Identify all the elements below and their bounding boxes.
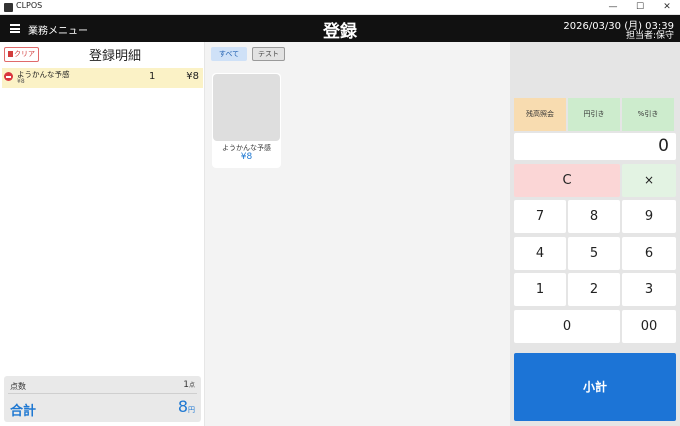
minimize-icon[interactable]: —: [600, 0, 626, 15]
close-icon[interactable]: ✕: [654, 0, 680, 15]
clear-button-label: クリア: [14, 50, 35, 58]
key-9[interactable]: 9: [622, 200, 676, 233]
remove-circle-icon[interactable]: [4, 72, 13, 81]
count-unit: 点: [188, 382, 195, 389]
product-panel: すべて テスト ようかんな予感 ¥8: [205, 42, 510, 426]
keypad-panel: 残高照会 円引き %引き 0 C × 7 8 9 4 5 6 1 2 3 0 0…: [510, 42, 680, 426]
yen-discount-button[interactable]: 円引き: [568, 98, 620, 131]
key-00[interactable]: 00: [622, 310, 676, 343]
key-2[interactable]: 2: [568, 273, 620, 306]
totals-divider: [8, 393, 197, 394]
operator-label: 担当者:保守: [625, 31, 674, 41]
maximize-icon[interactable]: ☐: [627, 0, 653, 15]
detail-item-qty: 1: [149, 71, 156, 82]
registration-details-panel: クリア 登録明細 ようかんな予感 ¥8 1 ¥8 点数 1点 合計 8円: [0, 42, 205, 426]
balance-inquiry-button[interactable]: 残高照会: [514, 98, 566, 131]
count-label: 点数: [10, 382, 26, 391]
multiply-key[interactable]: ×: [622, 164, 676, 197]
count-value-wrap: 1点: [183, 380, 195, 390]
tab-all[interactable]: すべて: [211, 47, 247, 61]
detail-item-amount: ¥8: [186, 71, 199, 82]
key-0[interactable]: 0: [514, 310, 620, 343]
total-value-wrap: 8円: [178, 397, 195, 416]
window-title-bar: CLPOS — ☐ ✕: [0, 0, 680, 15]
key-8[interactable]: 8: [568, 200, 620, 233]
clear-key[interactable]: C: [514, 164, 620, 197]
trash-icon: [8, 51, 13, 57]
total-unit: 円: [188, 406, 195, 414]
key-5[interactable]: 5: [568, 237, 620, 270]
key-7[interactable]: 7: [514, 200, 566, 233]
subtotal-button[interactable]: 小計: [514, 353, 676, 421]
product-price: ¥8: [240, 152, 253, 162]
detail-item-unit-price: ¥8: [17, 78, 25, 85]
app-icon: [4, 3, 13, 12]
business-menu-button[interactable]: 業務メニュー: [28, 22, 88, 37]
amount-display: 0: [514, 133, 676, 160]
percent-discount-button[interactable]: %引き: [622, 98, 674, 131]
total-label: 合計: [10, 404, 37, 419]
clear-button[interactable]: クリア: [4, 47, 39, 62]
product-image: [213, 74, 280, 141]
detail-row[interactable]: ようかんな予感 ¥8 1 ¥8: [2, 68, 203, 88]
key-3[interactable]: 3: [622, 273, 676, 306]
key-4[interactable]: 4: [514, 237, 566, 270]
details-title: 登録明細: [88, 49, 141, 64]
totals-box: 点数 1点 合計 8円: [4, 376, 201, 422]
app-header: 業務メニュー 登録 2026/03/30 (月) 03:39 担当者:保守: [0, 15, 680, 42]
total-value: 8: [177, 397, 188, 416]
key-6[interactable]: 6: [622, 237, 676, 270]
product-card[interactable]: ようかんな予感 ¥8: [212, 73, 281, 168]
hamburger-menu-icon[interactable]: [10, 24, 20, 33]
window-title: CLPOS: [16, 1, 43, 10]
key-1[interactable]: 1: [514, 273, 566, 306]
tab-test[interactable]: テスト: [252, 47, 285, 61]
